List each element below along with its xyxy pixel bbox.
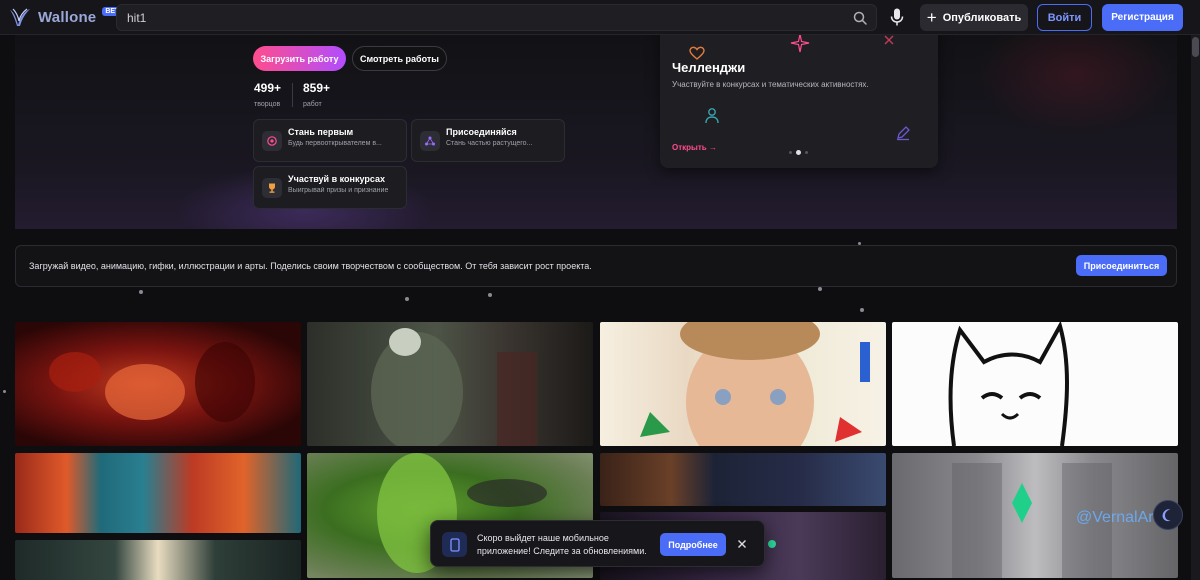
artwork-thumbnail [640, 322, 870, 446]
stat-label: творцов [254, 101, 281, 108]
stat-divider [292, 83, 293, 107]
gallery-item[interactable] [15, 540, 301, 580]
carousel-dot[interactable] [789, 151, 792, 154]
badge-icon [262, 131, 282, 151]
logo[interactable]: Wallone BETA [8, 6, 127, 28]
login-button[interactable]: Войти [1037, 4, 1092, 31]
page-scrollbar[interactable] [1191, 35, 1200, 580]
logo-text: Wallone [38, 8, 97, 26]
carousel-dot[interactable] [805, 151, 808, 154]
publish-label: Опубликовать [942, 11, 1022, 24]
toast-message: Скоро выйдет наше мобильное приложение! … [477, 533, 647, 556]
feature-desc: Будь первооткрывателем в... [288, 140, 382, 147]
artwork-thumbnail [49, 342, 255, 422]
gallery-item[interactable] [892, 322, 1178, 446]
feature-card-contests[interactable]: Участвуй в конкурсах Выигрывай призы и п… [253, 166, 407, 209]
trophy-icon [262, 178, 282, 198]
theme-toggle-button[interactable] [1153, 500, 1183, 530]
feature-title: Участвуй в конкурсах [288, 174, 385, 184]
upload-work-button[interactable]: Загрузить работу [253, 46, 346, 71]
sparkle-icon [790, 35, 810, 53]
challenge-card[interactable]: Челленджи Участвуйте в конкурсах и темат… [660, 35, 938, 168]
gallery-item[interactable] [15, 322, 301, 446]
plus-icon: + [926, 8, 937, 27]
hero-glow-red [975, 35, 1175, 135]
decor-dot [488, 293, 492, 297]
decor-dot [818, 287, 822, 291]
learn-more-button[interactable]: Подробнее [660, 533, 726, 556]
open-label: Открыть [672, 143, 707, 152]
decor-dot [405, 297, 409, 301]
microphone-icon[interactable] [888, 7, 906, 27]
join-button[interactable]: Присоединиться [1076, 255, 1167, 276]
artwork-thumbnail [371, 328, 537, 446]
pen-icon [897, 126, 910, 141]
wallone-logo-icon [10, 8, 30, 26]
info-banner: Загружай видео, анимацию, гифки, иллюстр… [15, 245, 1177, 287]
gallery-item[interactable] [15, 453, 301, 533]
scrollbar-thumb[interactable] [1192, 37, 1199, 57]
heart-icon [689, 46, 705, 60]
search-input[interactable] [127, 10, 827, 26]
close-icon[interactable] [734, 536, 750, 552]
decor-dot [139, 290, 143, 294]
view-works-button[interactable]: Смотреть работы [352, 46, 447, 71]
network-icon [420, 131, 440, 151]
stat-works: 859+ работ [303, 81, 330, 108]
user-icon [705, 108, 719, 124]
arrow-right-icon: → [708, 143, 717, 152]
publish-button[interactable]: + Опубликовать [920, 4, 1028, 31]
feature-title: Стань первым [288, 127, 354, 137]
stat-label: работ [303, 101, 322, 108]
challenge-title: Челленджи [672, 60, 746, 75]
carousel-dots [789, 150, 808, 155]
stat-value: 499+ [254, 81, 282, 95]
gallery-item[interactable]: @VernalAr [892, 453, 1178, 578]
gallery-item[interactable] [307, 322, 593, 446]
decor-dot [860, 308, 864, 312]
search-bar [116, 4, 877, 31]
decor-dot [3, 390, 6, 393]
open-challenge-link[interactable]: Открыть → [672, 143, 717, 152]
top-header: Wallone BETA + Опубликовать Войти Регист… [0, 0, 1200, 35]
search-icon[interactable] [852, 10, 868, 26]
close-mark-icon [884, 35, 894, 45]
feature-desc: Выигрывай призы и признание [288, 187, 389, 194]
feature-card-first[interactable]: Стань первым Будь первооткрывателем в... [253, 119, 407, 162]
mobile-app-toast: Скоро выйдет наше мобильное приложение! … [430, 520, 765, 567]
artwork-watermark: @VernalAr [1076, 509, 1154, 526]
gallery-item[interactable] [600, 453, 886, 506]
moon-icon [1162, 509, 1171, 522]
stat-creators: 499+ творцов [254, 81, 281, 108]
challenge-description: Участвуйте в конкурсах и тематических ак… [672, 80, 869, 89]
feature-card-join[interactable]: Присоединяйся Стань частью растущего... [411, 119, 565, 162]
smartphone-icon [442, 532, 467, 557]
feature-desc: Стань частью растущего... [446, 140, 533, 147]
hero-section: Загрузить работу Смотреть работы 499+ тв… [15, 35, 1177, 229]
feature-title: Присоединяйся [446, 127, 517, 137]
register-button[interactable]: Регистрация [1102, 4, 1183, 31]
carousel-dot-active[interactable] [796, 150, 801, 155]
gallery-item[interactable] [600, 322, 886, 446]
stat-value: 859+ [303, 81, 331, 95]
decor-dot [858, 242, 861, 245]
banner-text: Загружай видео, анимацию, гифки, иллюстр… [29, 261, 592, 271]
artwork-thumbnail [948, 322, 1069, 446]
